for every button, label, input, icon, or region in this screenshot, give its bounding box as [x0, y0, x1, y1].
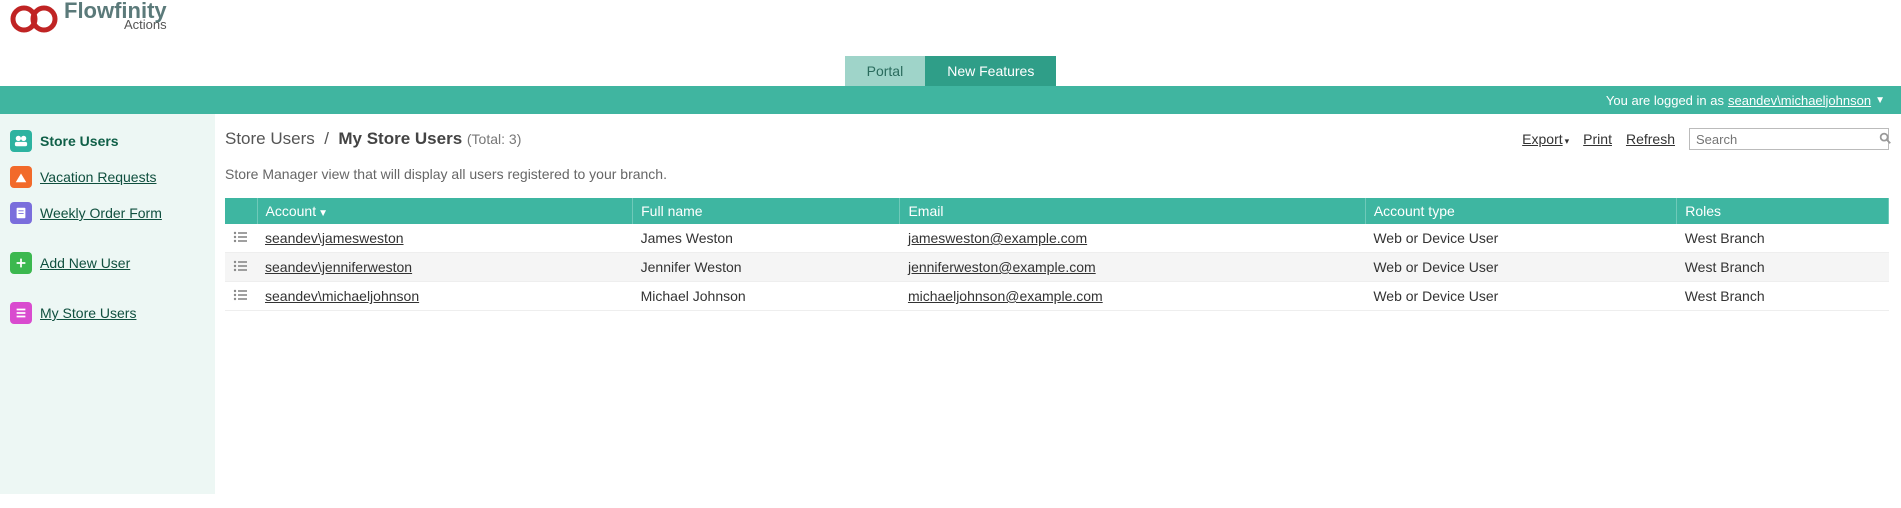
header-actions: Export▾ Print Refresh [1522, 128, 1889, 150]
search-box[interactable] [1689, 128, 1889, 150]
col-email[interactable]: Email [900, 198, 1365, 224]
col-account-type[interactable]: Account type [1365, 198, 1676, 224]
email-link[interactable]: michaeljohnson@example.com [908, 288, 1103, 304]
header: Flowfinity Actions [0, 0, 1901, 56]
table-row[interactable]: seandev\jamesweston James Weston jameswe… [225, 224, 1889, 253]
sort-desc-icon: ▼ [318, 208, 328, 219]
col-roles[interactable]: Roles [1677, 198, 1889, 224]
brand-subtitle: Actions [64, 18, 167, 32]
sidebar-item-label: Weekly Order Form [40, 205, 162, 221]
search-icon[interactable] [1878, 131, 1892, 148]
sidebar: Store Users Vacation Requests Weekly Ord… [0, 114, 215, 494]
cell-full-name: Michael Johnson [633, 282, 900, 311]
sidebar-item-vacation-requests[interactable]: Vacation Requests [10, 162, 205, 198]
flowfinity-logo-icon [10, 4, 58, 34]
breadcrumb-current: My Store Users [338, 129, 462, 148]
account-link[interactable]: seandev\jamesweston [265, 230, 404, 246]
email-link[interactable]: jenniferweston@example.com [908, 259, 1096, 275]
table-row[interactable]: seandev\jenniferweston Jennifer Weston j… [225, 253, 1889, 282]
chevron-down-icon[interactable]: ▼ [1875, 95, 1885, 106]
breadcrumb-root[interactable]: Store Users [225, 129, 315, 148]
row-menu-icon[interactable] [225, 253, 257, 282]
breadcrumb-total: (Total: 3) [467, 131, 521, 147]
cell-account-type: Web or Device User [1365, 224, 1676, 253]
cell-roles: West Branch [1677, 282, 1889, 311]
email-link[interactable]: jamesweston@example.com [908, 230, 1087, 246]
account-link[interactable]: seandev\michaeljohnson [265, 288, 419, 304]
sidebar-item-weekly-order-form[interactable]: Weekly Order Form [10, 198, 205, 234]
order-form-icon [10, 202, 32, 224]
col-handle [225, 198, 257, 224]
sidebar-item-label: My Store Users [40, 305, 136, 321]
content: Store Users / My Store Users (Total: 3) … [215, 114, 1901, 494]
users-table: Account▼ Full name Email Account type Ro… [225, 198, 1889, 311]
login-bar: You are logged in as seandev\michaeljohn… [0, 86, 1901, 114]
plus-icon [10, 252, 32, 274]
list-icon [10, 302, 32, 324]
table-row[interactable]: seandev\michaeljohnson Michael Johnson m… [225, 282, 1889, 311]
cell-roles: West Branch [1677, 224, 1889, 253]
brand-name: Flowfinity [64, 4, 167, 18]
breadcrumb: Store Users / My Store Users (Total: 3) [225, 129, 521, 149]
vacation-icon [10, 166, 32, 188]
sidebar-item-my-store-users[interactable]: My Store Users [10, 298, 205, 334]
view-description: Store Manager view that will display all… [225, 166, 1889, 182]
logo: Flowfinity Actions [10, 4, 167, 34]
row-menu-icon[interactable] [225, 282, 257, 311]
tab-portal[interactable]: Portal [845, 56, 926, 86]
sidebar-item-label: Vacation Requests [40, 169, 156, 185]
refresh-link[interactable]: Refresh [1626, 131, 1675, 147]
cell-account-type: Web or Device User [1365, 282, 1676, 311]
search-input[interactable] [1690, 130, 1878, 149]
tabs-bar: Portal New Features [0, 56, 1901, 86]
sidebar-item-add-new-user[interactable]: Add New User [10, 248, 205, 284]
export-link[interactable]: Export▾ [1522, 131, 1569, 147]
user-menu[interactable]: seandev\michaeljohnson [1728, 93, 1871, 108]
sidebar-item-label: Add New User [40, 255, 130, 271]
cell-roles: West Branch [1677, 253, 1889, 282]
print-link[interactable]: Print [1583, 131, 1612, 147]
account-link[interactable]: seandev\jenniferweston [265, 259, 412, 275]
sidebar-item-store-users[interactable]: Store Users [10, 126, 205, 162]
tab-new-features[interactable]: New Features [925, 56, 1056, 86]
users-icon [10, 130, 32, 152]
row-menu-icon[interactable] [225, 224, 257, 253]
cell-full-name: Jennifer Weston [633, 253, 900, 282]
login-prefix: You are logged in as [1606, 93, 1724, 108]
col-full-name[interactable]: Full name [633, 198, 900, 224]
cell-account-type: Web or Device User [1365, 253, 1676, 282]
col-account[interactable]: Account▼ [257, 198, 633, 224]
cell-full-name: James Weston [633, 224, 900, 253]
sidebar-item-label: Store Users [40, 133, 119, 149]
